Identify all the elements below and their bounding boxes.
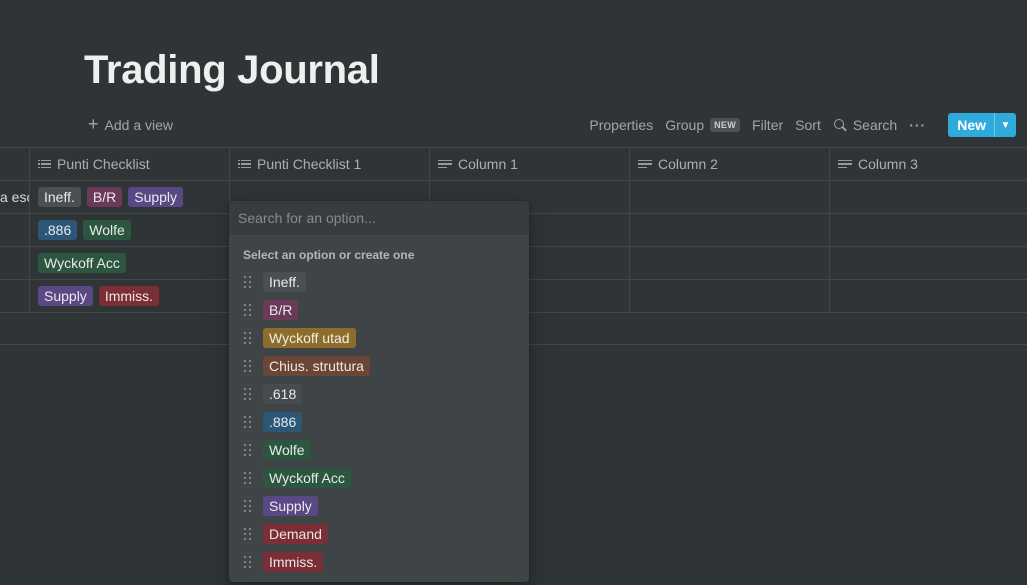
column-label: Punti Checklist <box>57 156 150 172</box>
option-item[interactable]: Supply <box>229 492 529 520</box>
search-button[interactable]: Search <box>833 117 897 133</box>
list-icon <box>238 159 251 169</box>
option-item[interactable]: B/R <box>229 296 529 324</box>
column-label: Column 3 <box>858 156 918 172</box>
table-cell[interactable] <box>630 214 830 246</box>
table-header: Punti Checklist Punti Checklist 1 Column… <box>0 147 1027 181</box>
option-item[interactable]: Wolfe <box>229 436 529 464</box>
row-title-text: a esc <box>0 189 29 205</box>
drag-handle-icon[interactable] <box>243 276 251 288</box>
column-label: Punti Checklist 1 <box>257 156 362 172</box>
text-icon <box>838 159 852 169</box>
option-item[interactable]: .618 <box>229 380 529 408</box>
drag-handle-icon[interactable] <box>243 416 251 428</box>
search-label: Search <box>852 117 898 133</box>
filter-button[interactable]: Filter <box>752 117 783 133</box>
new-button[interactable]: New <box>948 113 994 137</box>
option-tag: Supply <box>128 187 184 207</box>
page-title: Trading Journal <box>84 48 380 92</box>
table-cell[interactable]: Wyckoff Acc <box>30 247 230 279</box>
table-cell[interactable] <box>830 214 1027 246</box>
option-tag: .886 <box>38 220 78 240</box>
table-cell[interactable] <box>630 280 830 312</box>
table-cell[interactable] <box>830 181 1027 213</box>
drag-handle-icon[interactable] <box>243 556 251 568</box>
option-tag: Supply <box>38 286 93 306</box>
option-search-bar <box>229 201 529 236</box>
add-view-label: Add a view <box>104 117 173 133</box>
option-tag: .618 <box>263 384 303 404</box>
option-tag: Chius. struttura <box>263 356 370 376</box>
name-cell[interactable]: a esc <box>0 181 30 213</box>
header-cell-column-1[interactable]: Column 1 <box>430 148 630 180</box>
text-icon <box>438 159 452 169</box>
group-button[interactable]: Group NEW <box>665 117 741 133</box>
group-label: Group <box>665 117 705 133</box>
option-item[interactable]: Demand <box>229 520 529 548</box>
list-icon <box>38 159 51 169</box>
option-list: Ineff. B/R Wyckoff utad Chius. struttura .61… <box>229 268 529 576</box>
plus-icon: + <box>88 114 99 134</box>
option-item[interactable]: Wyckoff Acc <box>229 464 529 492</box>
dropdown-hint: Select an option or create one <box>243 248 415 262</box>
table-cell[interactable]: .886 Wolfe <box>30 214 230 246</box>
option-tag: B/R <box>86 187 123 207</box>
option-tag: Ineff. <box>263 272 306 292</box>
table-cell[interactable] <box>830 280 1027 312</box>
view-toolbar: Properties Group NEW Filter Sort Search … <box>589 113 1016 137</box>
option-search-input[interactable] <box>238 210 520 226</box>
properties-button[interactable]: Properties <box>589 117 653 133</box>
header-cell-punti-checklist[interactable]: Punti Checklist <box>30 148 230 180</box>
name-cell[interactable] <box>0 247 30 279</box>
option-dropdown: Select an option or create one Ineff. B/R… <box>229 201 529 582</box>
option-tag: Ineff. <box>38 187 81 207</box>
option-item[interactable]: Immiss. <box>229 548 529 576</box>
new-badge: NEW <box>710 118 741 132</box>
option-item[interactable]: Wyckoff utad <box>229 324 529 352</box>
option-tag: Immiss. <box>263 552 324 572</box>
chevron-down-icon[interactable]: ▼ <box>994 113 1016 137</box>
table-cell[interactable] <box>830 247 1027 279</box>
add-view-button[interactable]: + Add a view <box>88 114 173 136</box>
name-cell[interactable] <box>0 214 30 246</box>
table-cell[interactable] <box>630 181 830 213</box>
table-cell[interactable] <box>630 247 830 279</box>
column-label: Column 2 <box>658 156 718 172</box>
option-tag: Demand <box>263 524 328 544</box>
drag-handle-icon[interactable] <box>243 332 251 344</box>
option-item[interactable]: Ineff. <box>229 268 529 296</box>
option-tag: Wyckoff Acc <box>38 253 126 273</box>
option-tag: Immiss. <box>98 286 160 306</box>
option-tag: Wolfe <box>263 440 311 460</box>
option-item[interactable]: Chius. struttura <box>229 352 529 380</box>
sort-button[interactable]: Sort <box>795 117 821 133</box>
drag-handle-icon[interactable] <box>243 388 251 400</box>
option-tag: Wyckoff utad <box>263 328 356 348</box>
drag-handle-icon[interactable] <box>243 360 251 372</box>
text-icon <box>638 159 652 169</box>
search-icon <box>833 118 847 132</box>
drag-handle-icon[interactable] <box>243 500 251 512</box>
header-cell-column-3[interactable]: Column 3 <box>830 148 1027 180</box>
option-tag: Wyckoff Acc <box>263 468 351 488</box>
table-cell[interactable]: Ineff. B/R Supply <box>30 181 230 213</box>
column-label: Column 1 <box>458 156 518 172</box>
header-cell-punti-checklist-1[interactable]: Punti Checklist 1 <box>230 148 430 180</box>
option-tag: Supply <box>263 496 318 516</box>
option-tag: B/R <box>263 300 299 320</box>
option-item[interactable]: .886 <box>229 408 529 436</box>
option-tag: Wolfe <box>83 220 131 240</box>
header-cell-name[interactable] <box>0 148 30 180</box>
drag-handle-icon[interactable] <box>243 444 251 456</box>
drag-handle-icon[interactable] <box>243 304 251 316</box>
table-cell[interactable]: Supply Immiss. <box>30 280 230 312</box>
new-button-group: New ▼ <box>948 113 1016 137</box>
name-cell[interactable] <box>0 280 30 312</box>
drag-handle-icon[interactable] <box>243 472 251 484</box>
option-tag: .886 <box>263 412 303 432</box>
more-options-icon[interactable]: ··· <box>909 117 926 133</box>
drag-handle-icon[interactable] <box>243 528 251 540</box>
header-cell-column-2[interactable]: Column 2 <box>630 148 830 180</box>
